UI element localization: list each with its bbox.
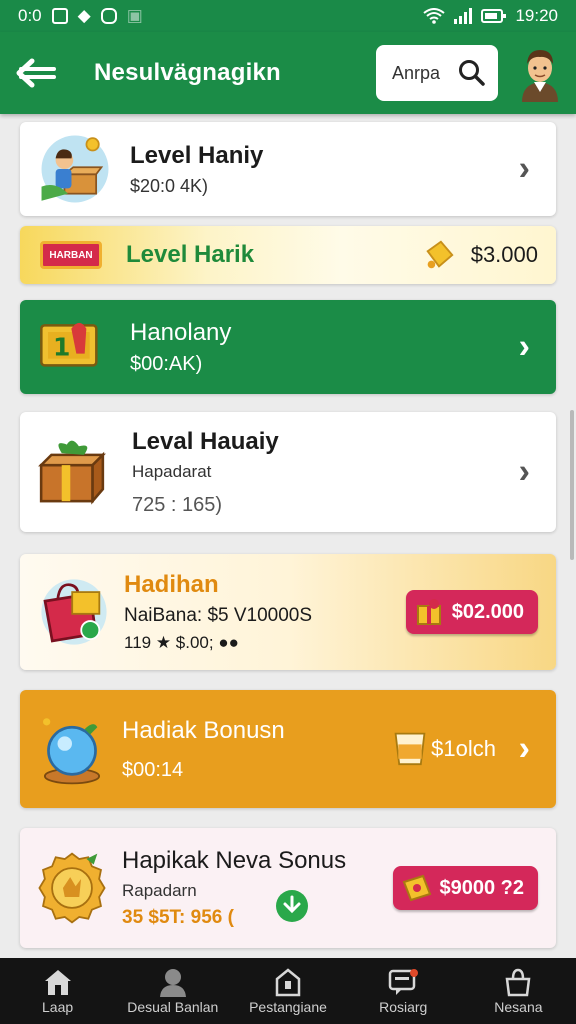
nav-label: Desual Banlan [127, 999, 219, 1015]
card-subtitle: $00:AK) [130, 352, 203, 375]
battery-icon [481, 9, 507, 23]
price-label: $9000 ?2 [439, 876, 524, 899]
nav-label: Rosiarg [379, 999, 428, 1015]
board-icon: 1 [40, 322, 98, 367]
card-subtitle: $20:0 4K) [130, 175, 209, 196]
card-title: Level Harik [126, 241, 255, 268]
ticket-icon [403, 874, 432, 902]
nav-label: Nesana [494, 999, 543, 1015]
level-card-4[interactable]: Leval Hauaiy Hapadarat 725 : 165) › [20, 412, 556, 532]
crystal-ball-icon [43, 718, 101, 785]
status-bar: 0:0 ◆ ▣ 19:20 [0, 0, 576, 32]
level-card-6[interactable]: Hadiak Bonusn $00:14 $1olch › [20, 690, 556, 808]
person-icon [159, 969, 186, 997]
home-icon [44, 970, 71, 995]
scrollbar[interactable] [570, 410, 574, 560]
level-card-2[interactable]: HARBAN Level Harik $3.000 [20, 226, 556, 284]
download-icon[interactable] [274, 888, 310, 924]
nav-item-messages[interactable]: Rosiarg [346, 958, 461, 1024]
clock-right: 19:20 [515, 6, 558, 25]
cup-icon [394, 732, 426, 766]
chevron-right-icon: › [518, 149, 530, 188]
card-title: Hapikak Neva Sonus [122, 847, 347, 874]
card-stats: 725 : 165) [132, 493, 223, 516]
reward-label: $1olch [431, 736, 496, 761]
app-icon: ▣ [126, 6, 143, 25]
clock-left: 0:0 [18, 6, 42, 25]
harban-tag: HARBAN [40, 241, 102, 269]
character-box-icon [41, 135, 109, 203]
card-title: Level Haniy [130, 141, 264, 169]
card-value: $3.000 [470, 242, 538, 267]
nav-label: Pestangiane [249, 999, 327, 1015]
search-icon[interactable] [458, 59, 486, 87]
bottom-navigation: Laap Desual Banlan Pestangiane Rosiarg N… [0, 958, 576, 1024]
chevron-right-icon: › [518, 452, 530, 491]
search-box[interactable] [376, 45, 498, 101]
card-title: Hadiak Bonusn [122, 716, 285, 744]
back-button[interactable] [14, 50, 60, 96]
avatar[interactable] [518, 44, 562, 102]
card-stats: 35 $5T: 956 ( [122, 907, 234, 928]
house-icon [275, 968, 301, 997]
bell-icon [426, 240, 454, 269]
chevron-right-icon: › [518, 729, 530, 768]
card-subtitle: Hapadarat [132, 461, 212, 481]
price-label: $02.000 [451, 600, 524, 623]
card-title: Leval Hauaiy [132, 427, 279, 455]
card-subtitle: $00:14 [122, 758, 184, 781]
svg-text:1: 1 [53, 332, 70, 361]
nav-item-shop[interactable]: Pestangiane [230, 958, 345, 1024]
bag-icon [505, 968, 531, 997]
medal-icon [38, 852, 106, 924]
card-subtitle: Rapadarn [122, 881, 197, 900]
nav-item-profile[interactable]: Desual Banlan [115, 958, 230, 1024]
nav-item-bag[interactable]: Nesana [461, 958, 576, 1024]
search-input[interactable] [392, 62, 456, 84]
card-stats: 119 ★ $.00; ●● [124, 633, 239, 652]
card-title: Hadihan [124, 571, 219, 598]
level-card-1[interactable]: Level Haniy $20:0 4K) › [20, 122, 556, 216]
price-button[interactable]: $02.000 [405, 590, 538, 634]
chat-icon [388, 969, 419, 995]
app-bar: Nesulvägnagikn [0, 32, 576, 114]
shopping-bag-icon [41, 579, 107, 645]
level-card-7[interactable]: Hapikak Neva Sonus Rapadarn 35 $5T: 956 … [20, 828, 556, 948]
card-subtitle: NaiBana: $5 V10000S [124, 605, 313, 626]
nav-item-home[interactable]: Laap [0, 958, 115, 1024]
diamond-icon: ◆ [77, 6, 91, 25]
chevron-right-icon: › [518, 327, 530, 366]
media-icon [100, 8, 117, 24]
price-button[interactable]: $9000 ?2 [393, 866, 538, 910]
level-card-5[interactable]: Hadihan NaiBana: $5 V10000S 119 ★ $.00; … [20, 554, 556, 670]
tag-label: HARBAN [49, 249, 93, 261]
signal-icon [454, 8, 473, 24]
gift-icon [416, 599, 441, 625]
page-title: Nesulvägnagikn [94, 59, 281, 86]
wifi-icon [423, 8, 446, 24]
gift-box-icon [38, 440, 106, 505]
arrow-left-icon [16, 58, 56, 88]
notification-icon [51, 8, 68, 24]
nav-label: Laap [42, 999, 74, 1015]
card-title: Hanolany [130, 318, 232, 346]
level-card-3[interactable]: 1 Hanolany $00:AK) › [20, 300, 556, 394]
